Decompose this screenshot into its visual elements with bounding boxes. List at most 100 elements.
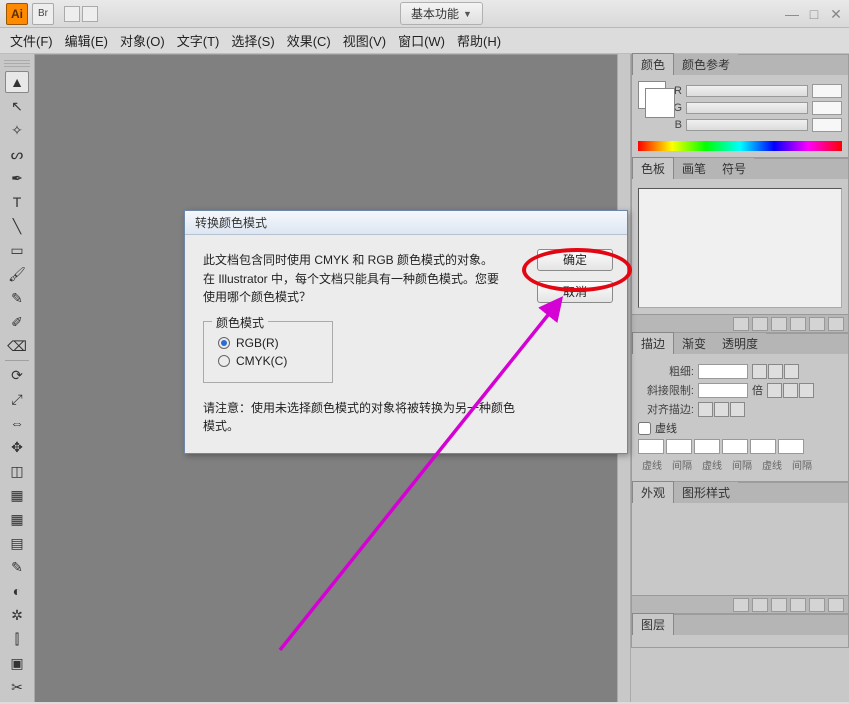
tool-direct-selection[interactable]: ↖ [5,95,29,117]
dialog-text: 此文档包含同时使用 CMYK 和 RGB 颜色模式的对象。在 Illustrat… [203,251,503,307]
swatch-group-icon[interactable] [771,317,787,331]
menu-view[interactable]: 视图(V) [343,31,386,50]
appear-trash-icon[interactable] [828,598,844,612]
swatch-menu-icon[interactable] [733,317,749,331]
menu-object[interactable]: 对象(O) [120,31,165,50]
value-b[interactable] [812,118,842,132]
tool-lasso[interactable]: ᔕ [5,143,29,165]
dialog-convert-color-mode: 转换颜色模式 此文档包含同时使用 CMYK 和 RGB 颜色模式的对象。在 Il… [184,210,628,454]
tab-layers[interactable]: 图层 [632,613,674,635]
tool-pen[interactable]: ✒ [5,167,29,189]
align-stroke-buttons[interactable] [698,402,745,417]
menu-window[interactable]: 窗口(W) [398,31,445,50]
tool-symbol-sprayer[interactable]: ✲ [5,604,29,626]
radio-cmyk[interactable] [218,355,230,367]
dropdown-icon: ▼ [463,9,472,19]
fill-stroke-icon[interactable] [638,81,666,109]
workspace-switcher[interactable]: 基本功能 ▼ [400,2,483,25]
tab-graphic-styles[interactable]: 图形样式 [674,482,738,503]
maximize-button[interactable]: □ [807,7,821,21]
dash-2[interactable] [694,439,720,454]
input-miter[interactable] [698,383,748,398]
menu-select[interactable]: 选择(S) [231,31,274,50]
value-r[interactable] [812,84,842,98]
tool-perspective[interactable]: ▦ [5,484,29,506]
slider-g[interactable] [686,102,808,114]
tool-artboard[interactable]: ▣ [5,652,29,674]
tool-pencil[interactable]: ✎ [5,287,29,309]
tool-graph[interactable]: ⫿ [5,628,29,650]
tool-blob-brush[interactable]: ✐ [5,311,29,333]
tool-magic-wand[interactable]: ✧ [5,119,29,141]
swatch-new-icon[interactable] [752,317,768,331]
join-buttons[interactable] [767,383,814,398]
swatch-trash-icon[interactable] [828,317,844,331]
swatch-area[interactable] [638,188,842,308]
tab-gradient[interactable]: 渐变 [674,333,714,354]
input-weight[interactable] [698,364,748,379]
tool-mesh[interactable]: ▦ [5,508,29,530]
label-miter: 斜接限制: [638,382,694,398]
layout-icons[interactable] [64,6,98,22]
appear-icon-2[interactable] [752,598,768,612]
tool-eraser[interactable]: ⌫ [5,335,29,357]
appear-icon-4[interactable] [809,598,825,612]
tool-selection[interactable]: ▲ [5,71,29,93]
checkbox-dashed[interactable] [638,422,651,435]
appear-icon-fx[interactable] [771,598,787,612]
tool-shape-builder[interactable]: ◫ [5,460,29,482]
slider-r[interactable] [686,85,808,97]
tab-transparency[interactable]: 透明度 [714,333,766,354]
gap-3[interactable] [778,439,804,454]
tool-slice[interactable]: ✂ [5,676,29,698]
swatch-options-icon[interactable] [790,317,806,331]
tool-width[interactable]: ⇔ [5,412,29,434]
appear-icon-3[interactable] [790,598,806,612]
tool-line[interactable]: ╲ [5,215,29,237]
panel-color: 颜色 颜色参考 R G B [631,54,849,158]
tab-appearance[interactable]: 外观 [632,481,674,503]
slider-b[interactable] [686,119,808,131]
cancel-button[interactable]: 取消 [537,281,613,303]
menu-effect[interactable]: 效果(C) [287,31,331,50]
swatch-new2-icon[interactable] [809,317,825,331]
gap-1[interactable] [666,439,692,454]
cap-buttons[interactable] [752,364,799,379]
tool-type[interactable]: T [5,191,29,213]
menubar: 文件(F) 编辑(E) 对象(O) 文字(T) 选择(S) 效果(C) 视图(V… [0,28,849,54]
menu-file[interactable]: 文件(F) [10,31,53,50]
menu-help[interactable]: 帮助(H) [457,31,501,50]
dash-1[interactable] [638,439,664,454]
tab-color[interactable]: 颜色 [632,53,674,75]
tool-rotate[interactable]: ⟳ [5,364,29,386]
tool-paintbrush[interactable]: 🖌 [5,263,29,285]
dash-3[interactable] [750,439,776,454]
tool-eyedropper[interactable]: ✎ [5,556,29,578]
panels-column: 颜色 颜色参考 R G B 色板 画笔 符号 [631,54,849,702]
toolbox-grip[interactable] [4,60,30,68]
app-logo-br[interactable]: Br [32,3,54,25]
tab-stroke[interactable]: 描边 [632,332,674,354]
appear-icon-1[interactable] [733,598,749,612]
tool-gradient[interactable]: ▤ [5,532,29,554]
tool-rectangle[interactable]: ▭ [5,239,29,261]
menu-type[interactable]: 文字(T) [177,31,220,50]
tab-symbols[interactable]: 符号 [714,158,754,179]
tab-color-guide[interactable]: 颜色参考 [674,54,738,75]
toolbox: ▲ ↖ ✧ ᔕ ✒ T ╲ ▭ 🖌 ✎ ✐ ⌫ ⟳ ⤢ ⇔ ✥ ◫ ▦ ▦ ▤ … [0,54,35,702]
minimize-button[interactable]: — [785,7,799,21]
close-button[interactable]: ✕ [829,7,843,21]
dash-lbl-4: 间隔 [728,457,756,472]
radio-rgb[interactable] [218,337,230,349]
tool-free-transform[interactable]: ✥ [5,436,29,458]
tab-swatches[interactable]: 色板 [632,157,674,179]
spectrum-bar[interactable] [638,141,842,151]
gap-2[interactable] [722,439,748,454]
tool-blend[interactable]: ◐ [5,580,29,602]
tool-scale[interactable]: ⤢ [5,388,29,410]
menu-edit[interactable]: 编辑(E) [65,31,108,50]
ok-button[interactable]: 确定 [537,249,613,271]
dash-lbl-2: 间隔 [668,457,696,472]
tab-brushes[interactable]: 画笔 [674,158,714,179]
value-g[interactable] [812,101,842,115]
